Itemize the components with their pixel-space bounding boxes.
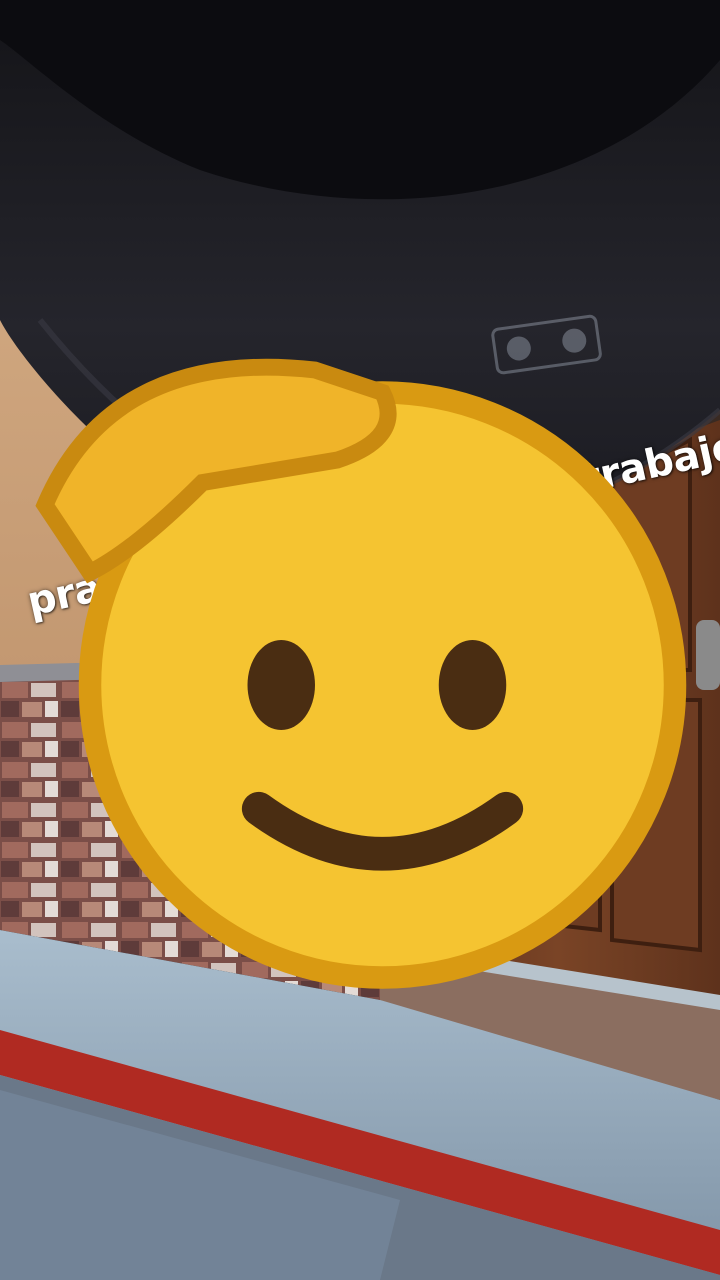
photo-scene: praparando todo para un trabajo de Emerg…	[0, 0, 720, 1280]
saluting-face-emoji	[35, 358, 687, 989]
